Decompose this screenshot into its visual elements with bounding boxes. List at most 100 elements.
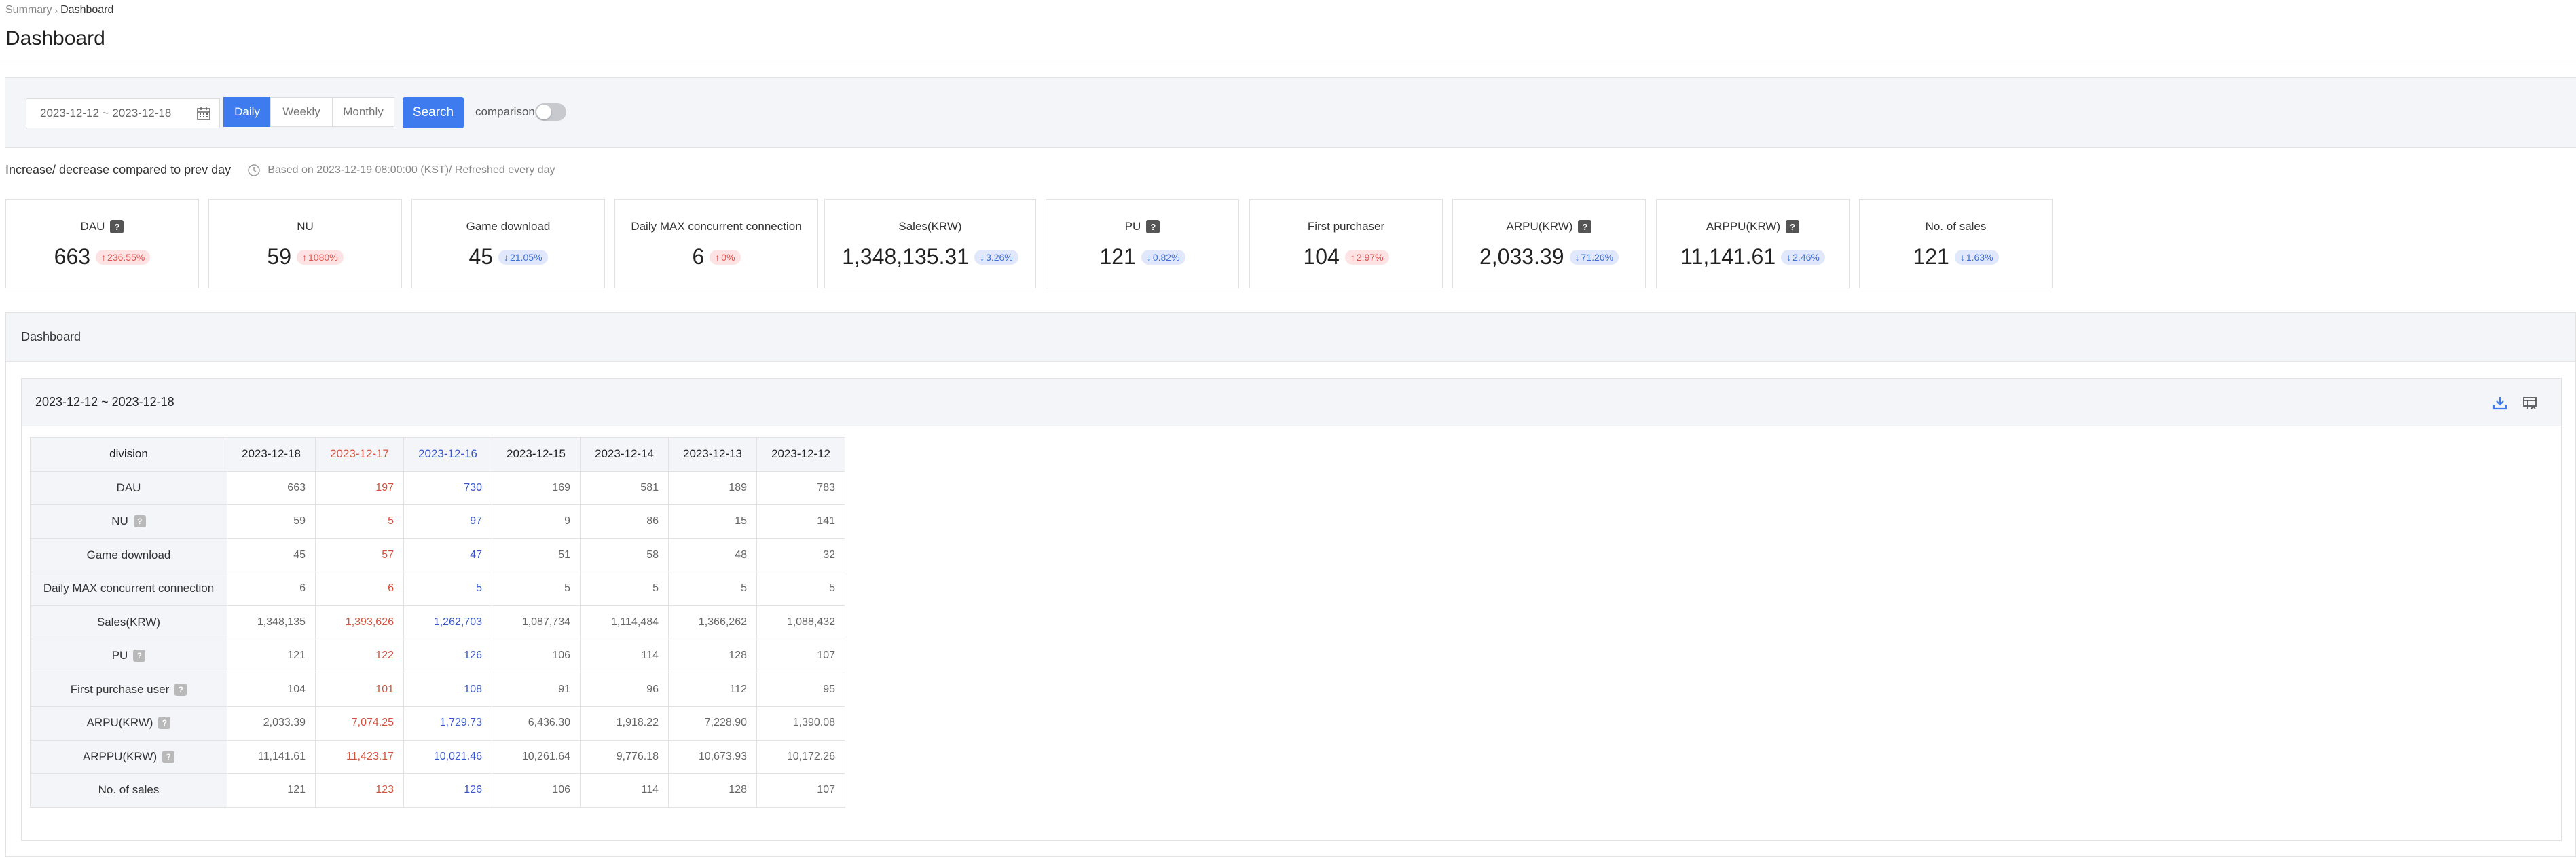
kpi-value: 59 — [267, 244, 291, 269]
table-cell: 58 — [580, 538, 669, 572]
table-cell: 7,228.90 — [668, 706, 757, 741]
help-icon[interactable]: ? — [110, 220, 124, 233]
row-header-content: DAU — [117, 481, 141, 495]
kpi-card: NU 59 ↑ 1080% — [208, 199, 402, 288]
table-cell: 1,390.08 — [756, 706, 845, 741]
table-cell: 107 — [756, 773, 845, 808]
calendar-icon[interactable] — [196, 106, 211, 121]
kpi-card: Game download 45 ↓ 21.05% — [411, 199, 605, 288]
arrow-down-icon: ↓ — [980, 251, 985, 263]
info-note: Based on 2023-12-19 08:00:00 (KST)/ Refr… — [268, 164, 555, 176]
breadcrumb-parent[interactable]: Summary — [5, 4, 52, 16]
kpi-label: PU? — [1046, 220, 1238, 233]
increase-badge: ↑ 2.97% — [1344, 249, 1389, 265]
table-cell: 10,172.26 — [756, 739, 845, 774]
table-cell: 101 — [315, 672, 404, 707]
date-column-header: 2023-12-14 — [580, 437, 669, 472]
kpi-label: ARPU(KRW)? — [1453, 220, 1645, 233]
info-title: Increase/ decrease compared to prev day — [5, 163, 232, 176]
chevron-right-icon: › — [54, 5, 58, 16]
table-cell: 91 — [492, 672, 581, 707]
date-range-picker[interactable]: 2023-12-12 ~ 2023-12-18 — [26, 98, 220, 128]
breadcrumb: Summary › Dashboard — [5, 4, 113, 16]
section-header: Dashboard — [6, 313, 2575, 362]
table-cell: 128 — [668, 639, 757, 673]
table-cell: 57 — [315, 538, 404, 572]
kpi-value: 2,033.39 — [1479, 244, 1564, 269]
help-icon[interactable]: ? — [1786, 220, 1800, 233]
kpi-label-text: PU — [1124, 220, 1141, 233]
table-card-header: 2023-12-12 ~ 2023-12-18 — [22, 379, 2561, 426]
arrow-up-icon: ↑ — [302, 251, 307, 263]
table-cell: 783 — [756, 470, 845, 505]
table-cell: 1,366,262 — [668, 605, 757, 639]
table-cell: 86 — [580, 504, 669, 539]
row-label: Game download — [86, 548, 171, 561]
table-cell: 114 — [580, 639, 669, 673]
kpi-value: 121 — [1913, 244, 1949, 269]
row-label: Daily MAX concurrent connection — [43, 582, 215, 595]
row-header-content: First purchase user? — [71, 683, 187, 696]
table-row: ARPU(KRW)? 2,033.39 7,074.25 1,729.73 6,436.… — [30, 706, 845, 741]
table-cell: 197 — [315, 470, 404, 505]
table-cell: 48 — [668, 538, 757, 572]
row-label: PU — [111, 649, 128, 662]
kpi-card: First purchaser 104 ↑ 2.97% — [1249, 199, 1443, 288]
row-header: ARPPU(KRW)? — [30, 739, 227, 774]
table-row: First purchase user? 104 101 108 91 96 112 95 — [30, 672, 845, 707]
column-settings-icon[interactable] — [2522, 395, 2538, 411]
arrow-up-icon: ↑ — [715, 251, 720, 263]
kpi-change: 0.82% — [1152, 251, 1180, 263]
kpi-change: 1080% — [308, 251, 338, 263]
kpi-value: 6 — [692, 244, 705, 269]
help-icon[interactable]: ? — [158, 717, 171, 730]
download-icon[interactable] — [2492, 395, 2508, 411]
kpi-label-text: DAU — [80, 220, 105, 233]
help-icon[interactable]: ? — [133, 515, 146, 528]
comparison-label: comparison — [475, 105, 535, 118]
table-cell: 32 — [756, 538, 845, 572]
row-label: ARPU(KRW) — [86, 716, 153, 730]
table-cell: 581 — [580, 470, 669, 505]
table-cell: 5 — [756, 572, 845, 606]
help-icon[interactable]: ? — [1578, 220, 1592, 233]
table-cell: 1,114,484 — [580, 605, 669, 639]
table-cell: 6 — [227, 572, 316, 606]
kpi-card: Daily MAX concurrent connection 6 ↑ 0% — [614, 199, 818, 288]
table-cell: 6,436.30 — [492, 706, 581, 741]
kpi-card: DAU? 663 ↑ 236.55% — [5, 199, 199, 288]
period-monthly-button[interactable]: Monthly — [332, 97, 394, 127]
help-icon[interactable]: ? — [1146, 220, 1160, 233]
help-icon[interactable]: ? — [162, 750, 175, 763]
kpi-value: 11,141.61 — [1680, 244, 1776, 269]
table-row: DAU 663 197 730 169 581 189 783 — [30, 470, 845, 505]
table-cell: 126 — [403, 639, 492, 673]
search-button[interactable]: Search — [403, 97, 464, 128]
kpi-value-line: 104 ↑ 2.97% — [1250, 244, 1442, 269]
table-cell: 1,918.22 — [580, 706, 669, 741]
table-row: Daily MAX concurrent connection 6 6 5 5 5 5 5 — [30, 572, 845, 606]
kpi-label-text: First purchaser — [1307, 220, 1385, 233]
help-icon[interactable]: ? — [133, 650, 146, 662]
date-column-header: 2023-12-17 — [315, 437, 404, 472]
row-label: DAU — [116, 481, 141, 494]
comparison-toggle[interactable] — [535, 103, 566, 121]
dashboard-table: division 2023-12-18 2023-12-17 2023-12-16 20… — [30, 437, 845, 808]
table-cell: 59 — [227, 504, 316, 539]
decrease-badge: ↓ 21.05% — [498, 249, 548, 265]
date-range-value: 2023-12-12 ~ 2023-12-18 — [40, 107, 172, 119]
table-cell: 5 — [315, 504, 404, 539]
kpi-label-text: ARPU(KRW) — [1506, 220, 1573, 233]
kpi-change: 21.05% — [510, 251, 542, 263]
arrow-up-icon: ↑ — [101, 251, 107, 263]
kpi-card: ARPU(KRW)? 2,033.39 ↓ 71.26% — [1452, 199, 1646, 288]
table-cell: 123 — [315, 773, 404, 808]
help-icon[interactable]: ? — [174, 683, 187, 696]
table-cell: 169 — [492, 470, 581, 505]
period-weekly-button[interactable]: Weekly — [270, 97, 333, 127]
table-cell: 189 — [668, 470, 757, 505]
kpi-label-text: NU — [297, 220, 314, 233]
table-cell: 5 — [492, 572, 581, 606]
table-cell: 112 — [668, 672, 757, 707]
period-daily-button[interactable]: Daily — [223, 97, 271, 127]
